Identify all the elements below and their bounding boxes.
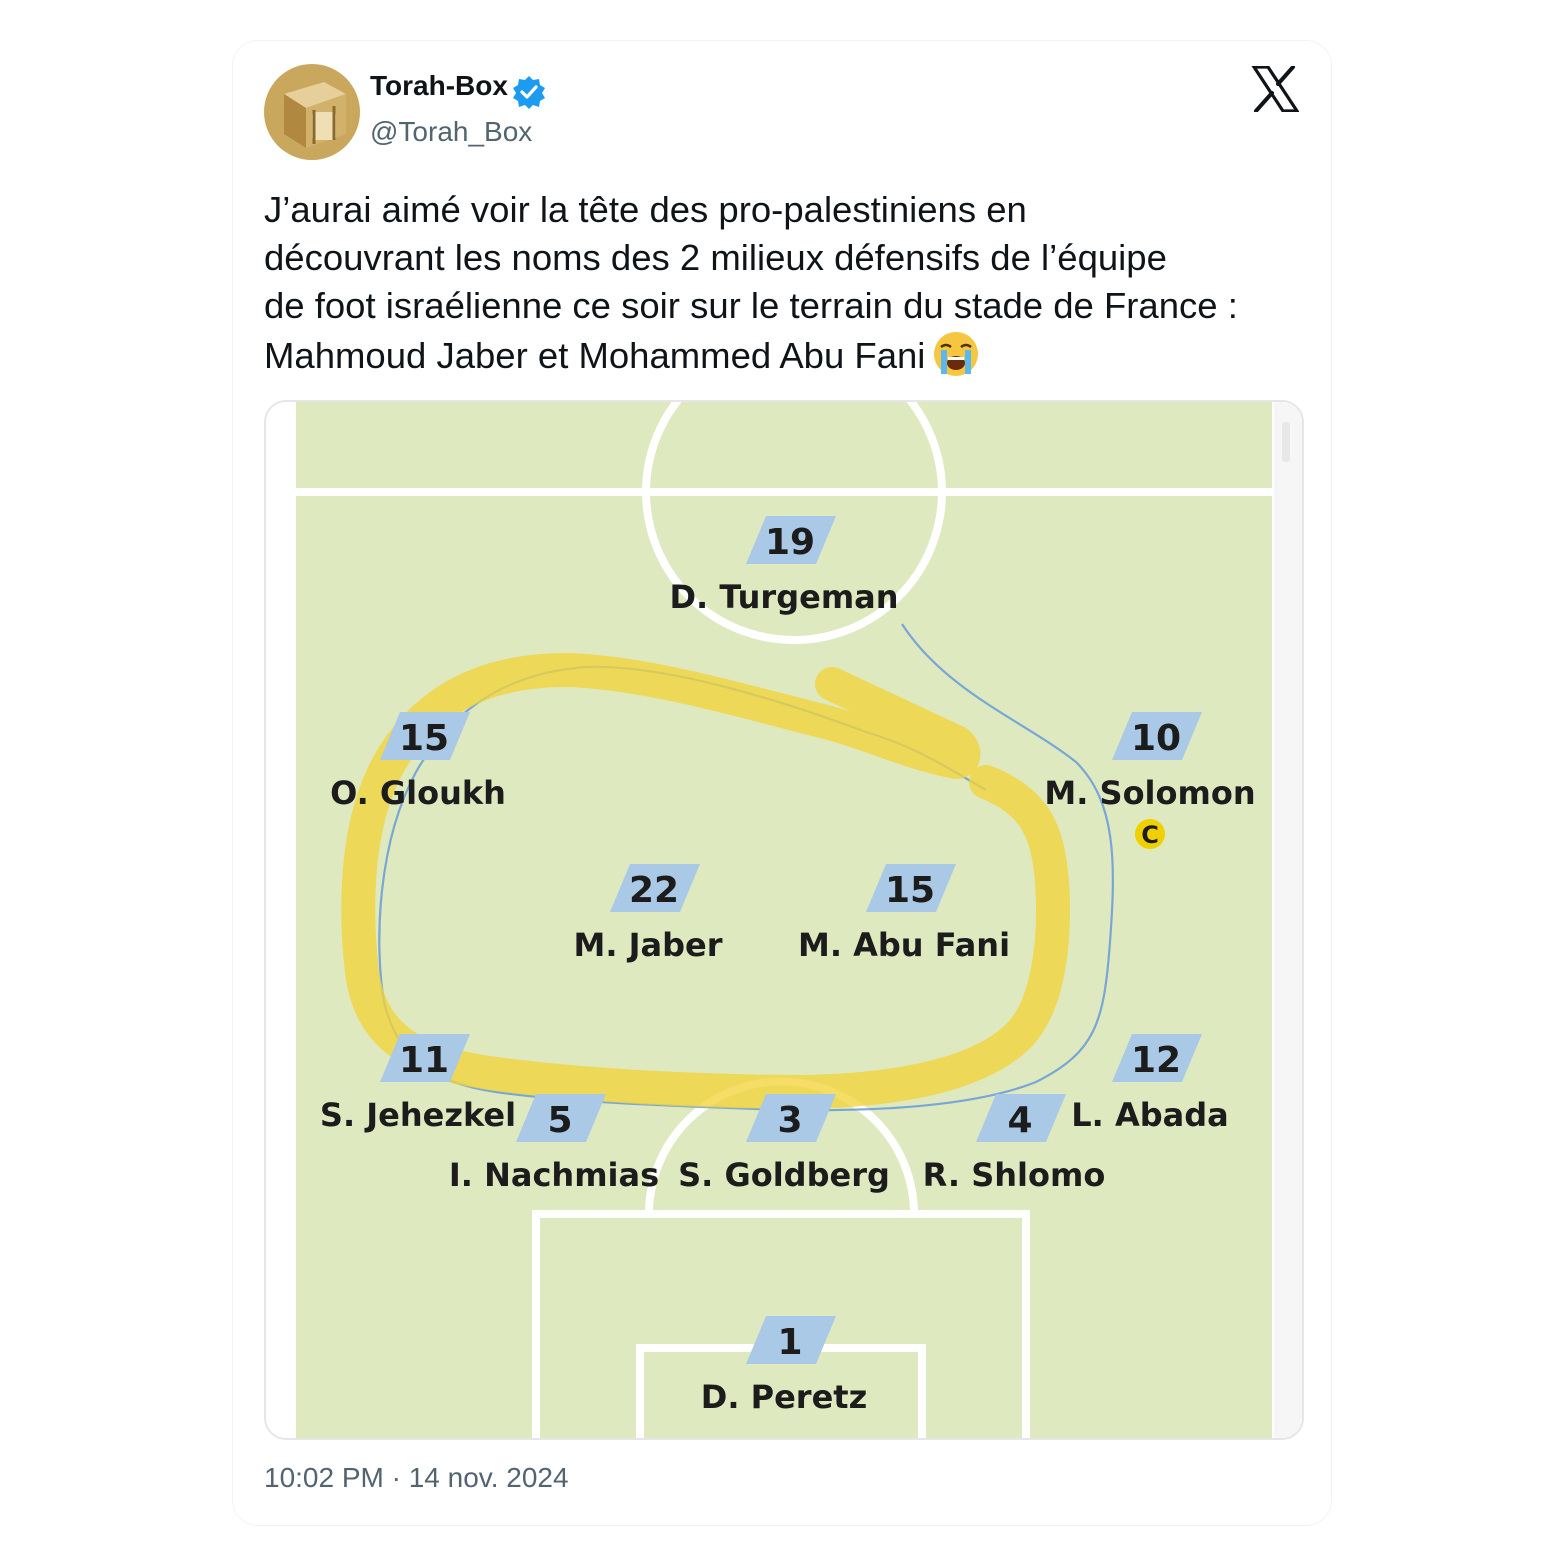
player-name: M. Abu Fani bbox=[798, 926, 1010, 964]
x-logo-icon[interactable] bbox=[1251, 65, 1300, 113]
tweet-text-line: de foot israélienne ce soir sur le terra… bbox=[264, 285, 1238, 326]
player-number: 4 bbox=[1007, 1100, 1032, 1141]
player-number: 15 bbox=[885, 870, 935, 911]
player-name: O. Gloukh bbox=[330, 774, 506, 812]
display-name[interactable]: Torah-Box bbox=[370, 70, 508, 102]
captain-badge-label: C bbox=[1141, 821, 1159, 849]
player-name: L. Abada bbox=[1071, 1096, 1228, 1134]
player-number: 10 bbox=[1131, 718, 1181, 759]
player-name: S. Jehezkel bbox=[320, 1096, 516, 1134]
player-number: 1 bbox=[777, 1322, 802, 1363]
avatar[interactable] bbox=[264, 64, 360, 160]
pitch-lineup-graphic: 19D. Turgeman15O. Gloukh10M. SolomonC22M… bbox=[266, 402, 1302, 1438]
player-number: 19 bbox=[765, 522, 815, 563]
player-name: R. Shlomo bbox=[923, 1156, 1106, 1194]
author-handle[interactable]: @Torah_Box bbox=[370, 116, 532, 148]
tweet-text-line: J’aurai aimé voir la tête des pro-palest… bbox=[264, 189, 1027, 230]
verified-badge-icon bbox=[512, 75, 546, 109]
tweet-media-image[interactable]: 19 D. Turgeman 15 O. Gloukh 10 M. Solomon C 22 M… bbox=[264, 400, 1304, 1440]
player-name: I. Nachmias bbox=[449, 1156, 659, 1194]
torah-box-logo bbox=[264, 64, 360, 160]
player-number: 11 bbox=[399, 1040, 449, 1081]
player-name: M. Solomon bbox=[1044, 774, 1255, 812]
tweet-text-line-with-emoji: Mahmoud Jaber et Mohammed Abu Fani bbox=[264, 330, 1324, 390]
player-number: 3 bbox=[777, 1100, 802, 1141]
player-number: 22 bbox=[629, 870, 679, 911]
player-name: D. Turgeman bbox=[669, 578, 898, 616]
player-name: S. Goldberg bbox=[678, 1156, 890, 1194]
tweet-text-line: découvrant les noms des 2 milieux défens… bbox=[264, 237, 1167, 278]
player-number: 15 bbox=[399, 718, 449, 759]
loudly-crying-face-icon bbox=[931, 330, 981, 390]
player-name: D. Peretz bbox=[701, 1378, 867, 1416]
player-number: 5 bbox=[547, 1100, 572, 1141]
tweet-text-line: Mahmoud Jaber et Mohammed Abu Fani bbox=[264, 335, 926, 376]
player-name: M. Jaber bbox=[573, 926, 722, 964]
player-number: 12 bbox=[1131, 1040, 1181, 1081]
tweet-text: J’aurai aimé voir la tête des pro-palest… bbox=[264, 186, 1324, 390]
timestamp[interactable]: 10:02 PM · 14 nov. 2024 bbox=[264, 1462, 569, 1494]
